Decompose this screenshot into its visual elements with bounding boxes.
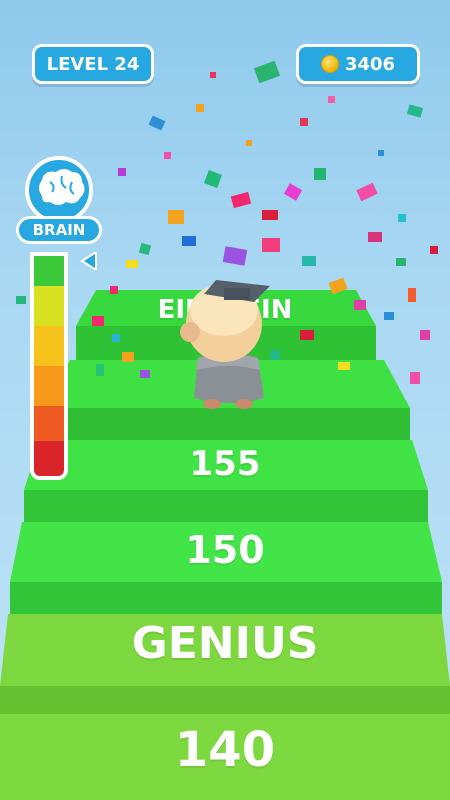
level-label: LEVEL 24 bbox=[46, 53, 140, 75]
brain-icon bbox=[25, 156, 93, 224]
meter-pointer-icon bbox=[80, 252, 97, 270]
gold-coin-icon bbox=[320, 55, 339, 73]
brain-label: BRAIN bbox=[16, 216, 102, 244]
stair-step-140: 140 bbox=[0, 714, 450, 800]
stair-step-genius: GENIUS bbox=[0, 614, 450, 714]
level-indicator: LEVEL 24 bbox=[32, 44, 154, 84]
stair-label: 140 bbox=[174, 722, 276, 778]
coin-counter: 3406 bbox=[296, 44, 420, 84]
stair-label: GENIUS bbox=[131, 618, 319, 669]
player-character bbox=[166, 266, 290, 416]
brain-meter-fill bbox=[34, 256, 64, 476]
graduate-character-icon bbox=[180, 280, 270, 409]
coin-count: 3406 bbox=[344, 53, 396, 75]
stair-step-150: 150 bbox=[0, 522, 450, 614]
stair-label: 150 bbox=[185, 528, 265, 572]
brain-meter-bar bbox=[30, 252, 68, 480]
